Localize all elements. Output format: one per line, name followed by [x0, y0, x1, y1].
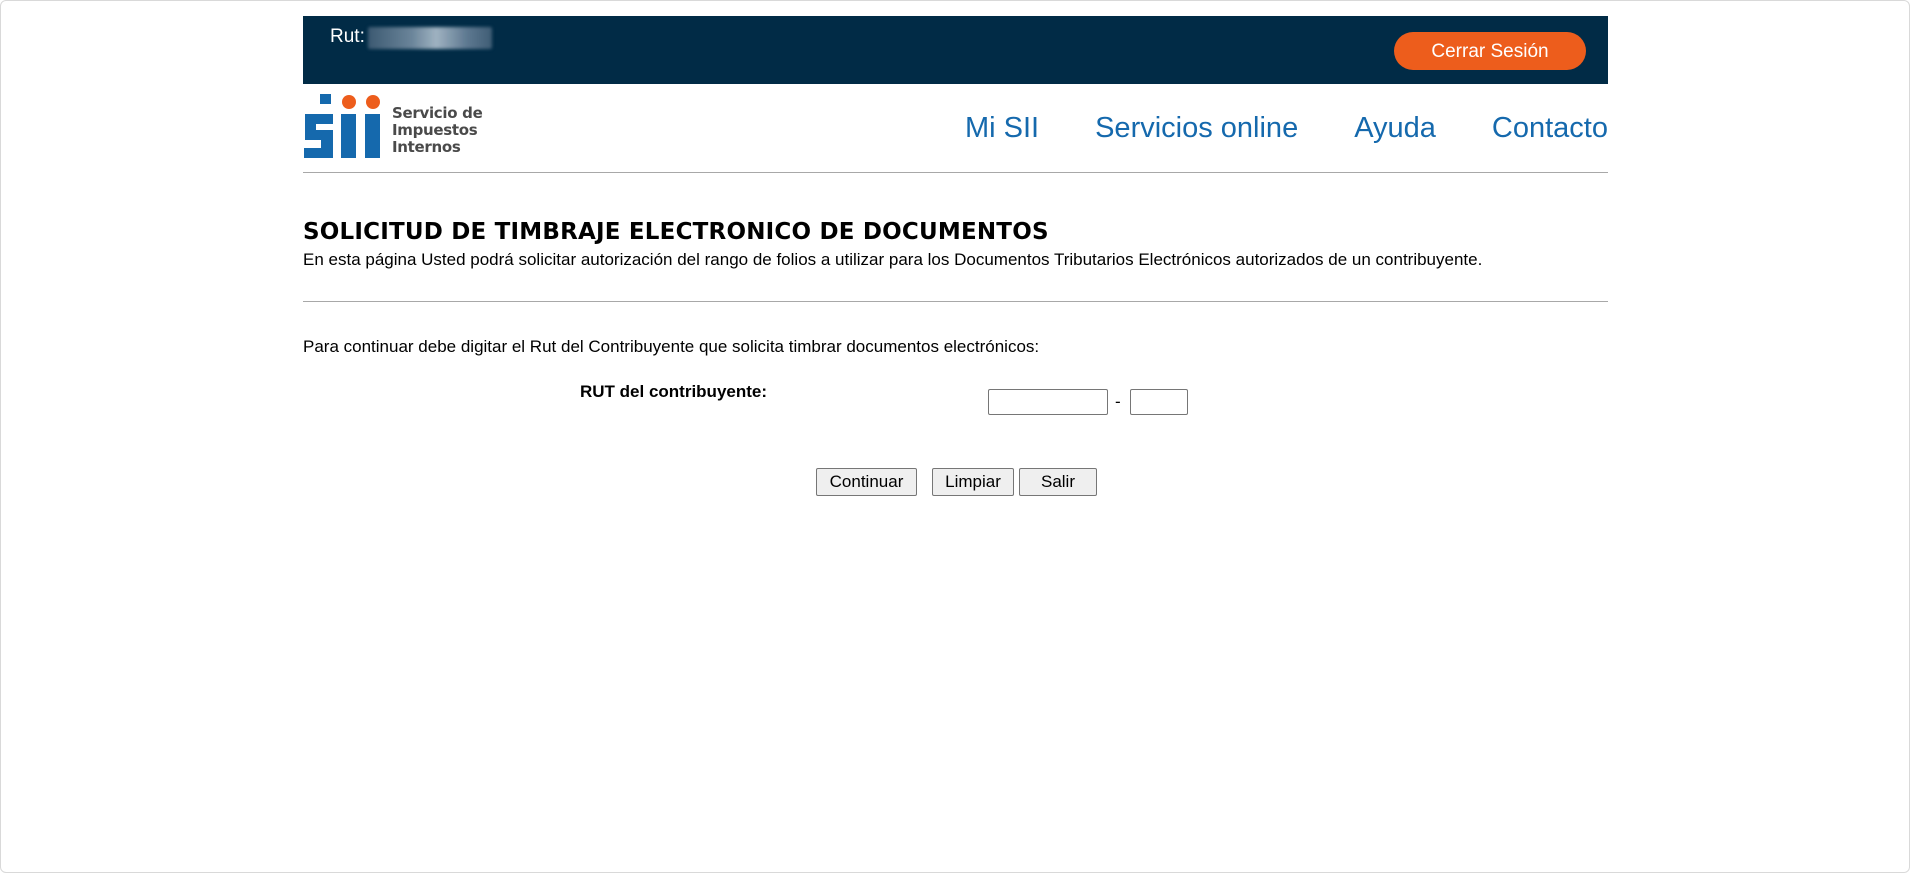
continue-button[interactable]: Continuar	[816, 468, 917, 496]
nav-item-ayuda[interactable]: Ayuda	[1354, 112, 1436, 145]
logo-line-1: Servicio de	[392, 104, 483, 122]
rut-redacted-value	[368, 27, 492, 49]
nav-item-contacto[interactable]: Contacto	[1492, 112, 1608, 145]
page-title: SOLICITUD DE TIMBRAJE ELECTRONICO DE DOC…	[303, 219, 1049, 245]
nav-item-servicios-online[interactable]: Servicios online	[1095, 112, 1298, 145]
sii-logo[interactable]: Servicio de Impuestos Internos	[303, 94, 493, 162]
sii-logo-text: Servicio de Impuestos Internos	[392, 104, 483, 156]
rut-dash-separator: -	[1115, 392, 1121, 411]
rut-user-label: Rut:	[330, 26, 365, 47]
top-bar: Rut: Cerrar Sesión	[303, 16, 1608, 84]
page-container: Rut: Cerrar Sesión Servicio de Impuestos…	[303, 16, 1608, 496]
logo-line-2: Impuestos	[392, 121, 478, 139]
nav-item-mi-sii[interactable]: Mi SII	[965, 112, 1039, 145]
logout-button[interactable]: Cerrar Sesión	[1394, 32, 1586, 70]
rut-dv-input[interactable]	[1130, 389, 1188, 415]
page-subtitle: En esta página Usted podrá solicitar aut…	[303, 250, 1483, 269]
section-divider	[303, 301, 1608, 302]
rut-field-label: RUT del contribuyente:	[580, 382, 768, 401]
main-nav: Mi SII Servicios online Ayuda Contacto	[909, 112, 1608, 145]
logo-line-3: Internos	[392, 138, 461, 156]
site-header: Servicio de Impuestos Internos Mi SII Se…	[303, 84, 1608, 173]
browser-frame: Rut: Cerrar Sesión Servicio de Impuestos…	[0, 0, 1910, 873]
clear-button[interactable]: Limpiar	[932, 468, 1014, 496]
exit-button[interactable]: Salir	[1019, 468, 1097, 496]
instruction-text: Para continuar debe digitar el Rut del C…	[303, 337, 1040, 356]
rut-number-input[interactable]	[988, 389, 1108, 415]
sii-logo-icon	[304, 94, 380, 158]
